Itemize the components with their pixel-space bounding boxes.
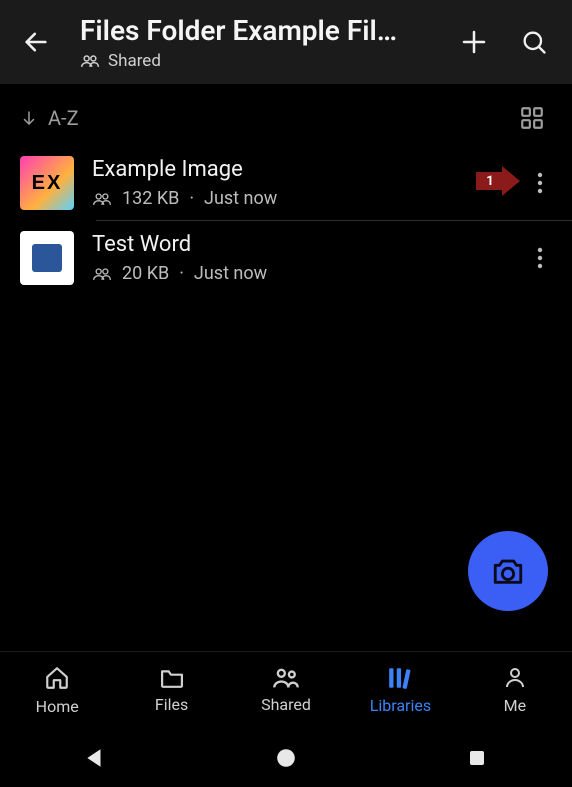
bottom-tab-bar: Home Files Shared Libraries Me <box>0 651 572 729</box>
shared-icon <box>92 267 112 281</box>
person-icon <box>503 666 527 690</box>
separator: · <box>189 188 194 209</box>
search-icon <box>520 28 548 56</box>
file-time: Just now <box>194 263 267 284</box>
triangle-left-icon <box>84 747 106 769</box>
word-doc-icon <box>32 244 62 272</box>
file-subline: 20 KB · Just now <box>92 263 502 284</box>
file-subline: 132 KB · Just now <box>92 188 502 209</box>
sort-label: A-Z <box>48 106 79 130</box>
tab-me[interactable]: Me <box>458 666 572 715</box>
file-thumbnail <box>20 231 74 285</box>
circle-icon <box>275 747 297 769</box>
subtitle-label: Shared <box>108 51 161 71</box>
system-recents-button[interactable] <box>437 738 517 778</box>
view-toggle-button[interactable] <box>512 98 552 138</box>
grid-icon <box>519 105 545 131</box>
subtitle-row: Shared <box>80 51 440 71</box>
thumbnail-text: EX <box>32 172 63 195</box>
file-thumbnail: EX <box>20 156 74 210</box>
home-icon <box>44 665 70 691</box>
file-time: Just now <box>204 188 277 209</box>
file-size: 132 KB <box>122 188 179 209</box>
tab-shared[interactable]: Shared <box>229 667 343 714</box>
arrow-left-icon <box>22 28 50 56</box>
list-item[interactable]: EX Example Image 132 KB · Just now <box>0 146 572 220</box>
tab-label: Home <box>36 697 79 716</box>
more-vertical-icon <box>537 172 543 194</box>
tab-label: Files <box>155 695 188 714</box>
search-button[interactable] <box>508 16 560 68</box>
separator: · <box>179 263 184 284</box>
camera-fab[interactable] <box>468 531 548 611</box>
tab-home[interactable]: Home <box>0 665 114 716</box>
tab-files[interactable]: Files <box>114 667 228 714</box>
tab-libraries[interactable]: Libraries <box>343 666 457 715</box>
system-back-button[interactable] <box>55 738 135 778</box>
sort-button[interactable]: A-Z <box>20 106 79 130</box>
file-meta: Test Word 20 KB · Just now <box>92 232 502 284</box>
title-block: Files Folder Example Fil… Shared <box>68 14 440 71</box>
plus-icon <box>459 27 489 57</box>
tab-label: Libraries <box>370 696 431 715</box>
library-icon <box>387 666 413 690</box>
list-item[interactable]: Test Word 20 KB · Just now <box>0 221 572 295</box>
camera-icon <box>491 556 525 586</box>
square-icon <box>467 748 487 768</box>
app-bar: Files Folder Example Fil… Shared <box>0 0 572 84</box>
back-button[interactable] <box>12 18 60 66</box>
system-nav-bar <box>0 729 572 787</box>
file-size: 20 KB <box>122 263 169 284</box>
more-vertical-icon <box>537 247 543 269</box>
system-home-button[interactable] <box>246 738 326 778</box>
more-options-button[interactable] <box>520 238 560 278</box>
tab-label: Shared <box>261 695 311 714</box>
people-icon <box>272 667 300 689</box>
file-name: Test Word <box>92 232 502 257</box>
folder-icon <box>158 667 186 689</box>
shared-icon <box>92 192 112 206</box>
page-title: Files Folder Example Fil… <box>80 14 440 47</box>
shared-icon <box>80 54 100 68</box>
file-meta: Example Image 132 KB · Just now <box>92 157 502 209</box>
sort-bar: A-Z <box>0 90 572 146</box>
tab-label: Me <box>504 696 526 715</box>
more-options-button[interactable] <box>520 163 560 203</box>
file-name: Example Image <box>92 157 502 182</box>
add-button[interactable] <box>448 16 500 68</box>
arrow-down-icon <box>20 109 38 127</box>
